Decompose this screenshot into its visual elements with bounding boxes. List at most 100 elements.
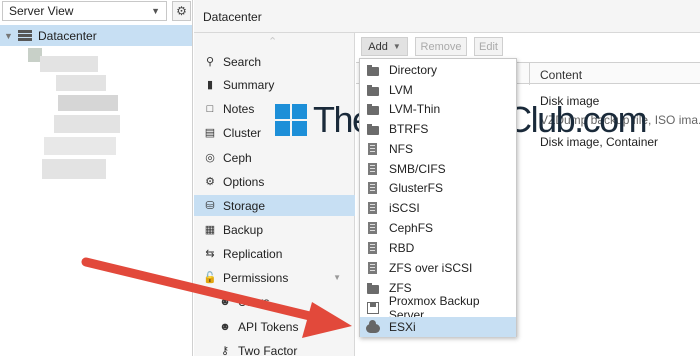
menu-item-nfs[interactable]: NFS [360,139,516,159]
nav-item-permissions[interactable]: 🔓 Permissions ▼ [194,267,355,288]
menu-item-label: iSCSI [389,201,420,215]
page-title: Datacenter [203,10,262,24]
floppy-icon [367,302,379,314]
nav-item-label: Replication [223,246,283,261]
nav-item-label: Backup [223,222,264,237]
nav-item-replication[interactable]: ⇆ Replication [194,243,355,264]
scroll-up-icon[interactable]: ⌃ [268,35,277,48]
key-icon: ⚷ [220,345,230,356]
chevron-down-icon[interactable]: ▼ [333,273,341,282]
blurred-node [44,137,116,155]
folder-icon [367,84,379,96]
menu-item-rbd[interactable]: RBD [360,238,516,258]
folder-icon [367,123,379,135]
nav-item-label: Cluster [223,125,262,140]
edit-button[interactable]: Edit [474,37,503,56]
nav-item-users[interactable]: ☻ Users [194,291,355,312]
storage-toolbar: Add ▼ Remove Edit [356,33,700,59]
menu-item-proxmox-backup-server[interactable]: Proxmox Backup Server [360,294,516,322]
datacenter-icon [18,29,32,42]
menu-item-label: GlusterFS [389,181,444,195]
menu-item-label: RBD [389,241,415,255]
windows-logo-icon [275,104,307,136]
cloud-icon [366,319,380,333]
menu-item-directory[interactable]: Directory [360,60,516,80]
gear-icon: ⚙ [205,176,215,188]
user-icon: ☻ [219,320,231,333]
tree-expander-icon[interactable]: ▼ [4,31,14,41]
menu-item-esxi[interactable]: ESXi [360,317,516,337]
nav-item-search[interactable]: ⚲ Search [194,51,355,72]
content-header: Datacenter [194,0,700,33]
folder-icon [367,282,379,294]
menu-item-cephfs[interactable]: CephFS [360,218,516,238]
menu-item-label: CephFS [389,221,434,235]
nav-item-label: Ceph [223,150,252,165]
nav-item-two-factor[interactable]: ⚷ Two Factor [194,340,355,356]
database-icon: ⛁ [205,200,215,212]
menu-item-smb-cifs[interactable]: SMB/CIFS [360,159,516,179]
view-select-value: Server View [9,4,74,18]
blurred-node [56,75,106,91]
search-icon: ⚲ [205,56,215,68]
menu-item-lvm[interactable]: LVM [360,80,516,100]
server-icon [368,202,377,214]
menu-item-label: LVM-Thin [389,102,441,116]
user-icon: ☻ [219,295,231,308]
server-icon [368,182,377,194]
server-icon [368,163,377,175]
remove-button[interactable]: Remove [415,37,467,56]
note-icon: □ [206,102,214,115]
nav-item-label: Users [238,294,270,309]
datacenter-nav: ⌃ ⚲ Search ▮ Summary □ Notes ▤ Cluster ◎… [194,33,355,356]
menu-item-glusterfs[interactable]: GlusterFS [360,178,516,198]
edit-button-label: Edit [479,40,498,53]
tree-item-datacenter[interactable]: ▼ Datacenter [0,25,192,46]
ceph-icon: ◎ [205,152,215,164]
menu-item-lvm-thin[interactable]: LVM-Thin [360,99,516,119]
server-icon [368,143,377,155]
server-icon [368,222,377,234]
resource-tree-panel: Server View ▼ ⚙ ▼ Datacenter [0,0,193,356]
add-button-label: Add [368,40,388,53]
nav-item-label: Permissions [223,270,289,285]
nav-item-label: API Tokens [238,319,299,334]
nav-item-options[interactable]: ⚙ Options [194,171,355,192]
nav-item-storage[interactable]: ⛁ Storage [194,195,355,216]
blurred-node [40,56,98,72]
server-icon [368,262,377,274]
menu-item-label: ZFS [389,281,412,295]
nav-item-label: Options [223,174,265,189]
nav-item-label: Notes [223,101,255,116]
folder-icon [367,64,379,76]
blurred-node [42,159,106,179]
floppy-icon: ▦ [204,224,216,236]
gear-icon[interactable]: ⚙ [172,1,191,21]
nav-item-ceph[interactable]: ◎ Ceph [194,147,355,168]
menu-item-label: BTRFS [389,122,429,136]
chevron-down-icon: ▼ [151,6,160,16]
nav-item-label: Summary [223,77,275,92]
nav-item-summary[interactable]: ▮ Summary [194,74,355,95]
book-icon: ▮ [206,79,214,91]
nav-item-api-tokens[interactable]: ☻ API Tokens [194,316,355,337]
nav-item-label: Two Factor [238,343,298,356]
server-icon [368,242,377,254]
add-button[interactable]: Add ▼ [361,37,408,56]
nav-item-backup[interactable]: ▦ Backup [194,219,355,240]
column-header-content[interactable]: Content [540,68,582,82]
blurred-node [54,115,120,133]
menu-item-label: Directory [389,63,438,77]
menu-item-label: ZFS over iSCSI [389,261,473,275]
menu-item-zfs-over-iscsi[interactable]: ZFS over iSCSI [360,258,516,278]
add-storage-menu: Directory LVM LVM-Thin BTRFS NFS SMB/CIF… [359,58,517,337]
blurred-node [58,95,118,111]
unlock-icon: 🔓 [203,272,217,284]
chevron-down-icon: ▼ [392,42,401,51]
view-select[interactable]: Server View ▼ [2,1,167,21]
menu-item-iscsi[interactable]: iSCSI [360,198,516,218]
menu-item-btrfs[interactable]: BTRFS [360,119,516,139]
retweet-icon: ⇆ [205,248,215,260]
column-separator[interactable] [529,63,530,85]
remove-button-label: Remove [420,40,462,53]
